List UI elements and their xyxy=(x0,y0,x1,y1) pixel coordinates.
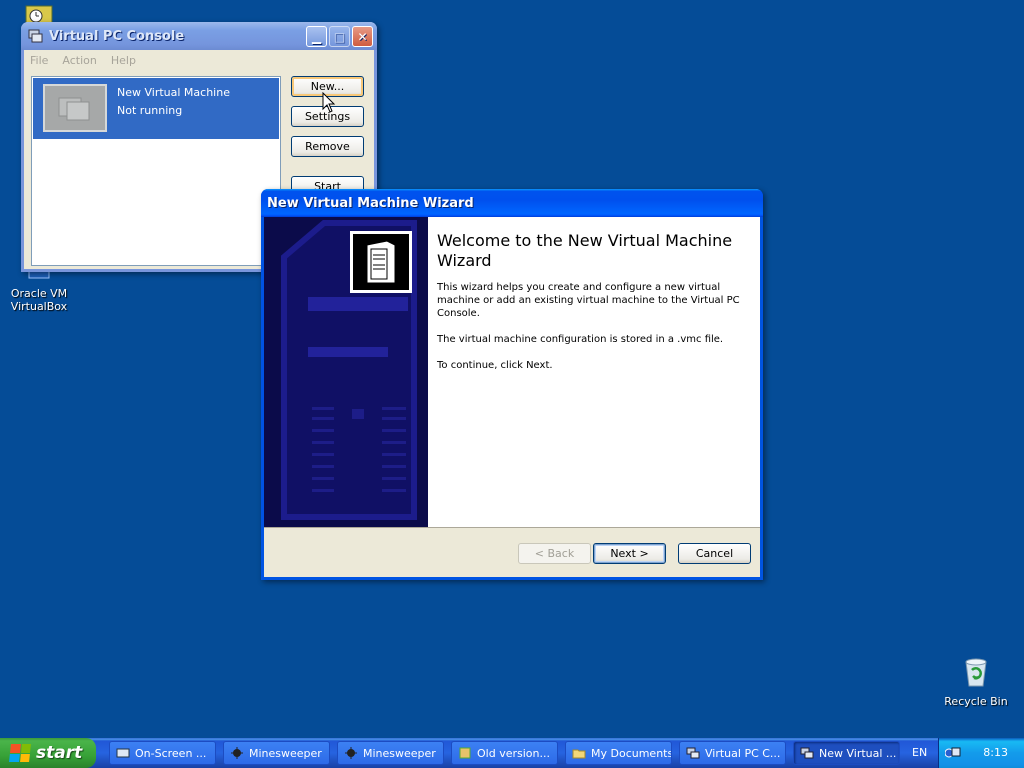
virtual-pc-icon xyxy=(28,29,43,43)
wizard-vmc-text: The virtual machine configuration is sto… xyxy=(437,334,724,345)
wizard-titlebar[interactable]: New Virtual Machine Wizard xyxy=(261,189,763,217)
taskbar-item-old-version[interactable]: Old version... xyxy=(451,741,558,765)
wizard-intro-text: This wizard helps you create and configu… xyxy=(437,282,740,319)
close-icon: ✕ xyxy=(357,29,368,44)
close-button[interactable]: ✕ xyxy=(352,26,373,47)
menu-help[interactable]: Help xyxy=(111,54,136,67)
mouse-cursor-icon xyxy=(322,92,336,113)
taskbar: start On-Screen ... Minesweeper Mineswee… xyxy=(0,738,1024,768)
wizard-heading: Welcome to the New Virtual Machine Wizar… xyxy=(437,231,733,270)
next-button[interactable]: Next > xyxy=(593,543,666,564)
program-icon xyxy=(459,747,471,759)
taskbar-item-label: New Virtual ... xyxy=(819,746,897,760)
vm-name: New Virtual Machine xyxy=(117,86,230,99)
vm-list[interactable]: New Virtual Machine Not running xyxy=(31,76,281,266)
wizard-title: New Virtual Machine Wizard xyxy=(267,195,474,211)
wizard-sidebar-graphic xyxy=(264,217,428,530)
maximize-icon: □ xyxy=(333,29,346,44)
virtualbox-label-line2: VirtualBox xyxy=(10,300,68,313)
clock[interactable]: 8:13 xyxy=(983,746,1008,759)
virtual-pc-icon xyxy=(800,747,814,759)
system-tray: 8:13 xyxy=(938,738,1024,768)
recycle-bin-icon xyxy=(965,658,987,687)
taskbar-item-label: My Documents xyxy=(591,746,672,760)
keyboard-icon xyxy=(116,748,130,758)
new-vm-wizard-window: New Virtual Machine Wizard Welcome to th… xyxy=(261,189,763,580)
vm-list-item[interactable]: New Virtual Machine Not running xyxy=(33,78,279,139)
virtual-pc-tray-icon[interactable] xyxy=(945,745,961,761)
taskbar-item-label: Minesweeper xyxy=(249,746,322,760)
taskbar-item-label: On-Screen ... xyxy=(135,746,207,760)
taskbar-item-my-documents[interactable]: My Documents xyxy=(565,741,672,765)
taskbar-item-label: Minesweeper xyxy=(363,746,436,760)
taskbar-item-minesweeper-2[interactable]: Minesweeper xyxy=(337,741,444,765)
wizard-content: Welcome to the New Virtual Machine Wizar… xyxy=(428,217,760,530)
taskbar-item-on-screen-keyboard[interactable]: On-Screen ... xyxy=(109,741,216,765)
virtual-pc-icon xyxy=(686,747,700,759)
menu-action[interactable]: Action xyxy=(62,54,96,67)
vpc-console-title: Virtual PC Console xyxy=(49,28,185,44)
start-button[interactable]: start xyxy=(0,738,96,768)
minimize-button[interactable]: ▁ xyxy=(306,26,327,47)
taskbar-item-label: Virtual PC C... xyxy=(705,746,781,760)
back-button[interactable]: < Back xyxy=(518,543,591,564)
wizard-footer: < Back Next > Cancel xyxy=(264,527,760,577)
wizard-server-icon xyxy=(350,231,412,293)
vm-thumbnail xyxy=(43,84,107,132)
windows-logo-icon xyxy=(9,744,31,762)
taskbar-item-new-virtual-machine[interactable]: New Virtual ... xyxy=(793,741,900,765)
taskbar-item-label: Old version... xyxy=(477,746,550,760)
minimize-icon: ▁ xyxy=(311,29,322,44)
start-label: start xyxy=(36,743,83,763)
cancel-button[interactable]: Cancel xyxy=(678,543,751,564)
virtualbox-label-line1: Oracle VM xyxy=(10,287,68,300)
minesweeper-icon xyxy=(231,747,243,759)
folder-icon xyxy=(572,749,586,759)
minesweeper-icon xyxy=(345,747,357,759)
taskbar-item-minesweeper-1[interactable]: Minesweeper xyxy=(223,741,330,765)
recycle-bin-label: Recycle Bin xyxy=(944,695,1008,708)
taskbar-item-virtual-pc-console[interactable]: Virtual PC C... xyxy=(679,741,786,765)
vm-status: Not running xyxy=(117,104,183,117)
language-indicator[interactable]: EN xyxy=(912,746,927,759)
vpc-console-titlebar[interactable]: Virtual PC Console ▁ □ ✕ xyxy=(21,22,377,50)
wizard-body: Welcome to the New Virtual Machine Wizar… xyxy=(264,217,760,530)
recycle-bin-desktop-icon[interactable]: Recycle Bin xyxy=(940,656,1012,708)
wizard-continue-text: To continue, click Next. xyxy=(437,360,553,371)
maximize-button[interactable]: □ xyxy=(329,26,350,47)
remove-button[interactable]: Remove xyxy=(291,136,364,157)
vpc-menubar: File Action Help xyxy=(24,50,374,70)
menu-file[interactable]: File xyxy=(30,54,48,67)
